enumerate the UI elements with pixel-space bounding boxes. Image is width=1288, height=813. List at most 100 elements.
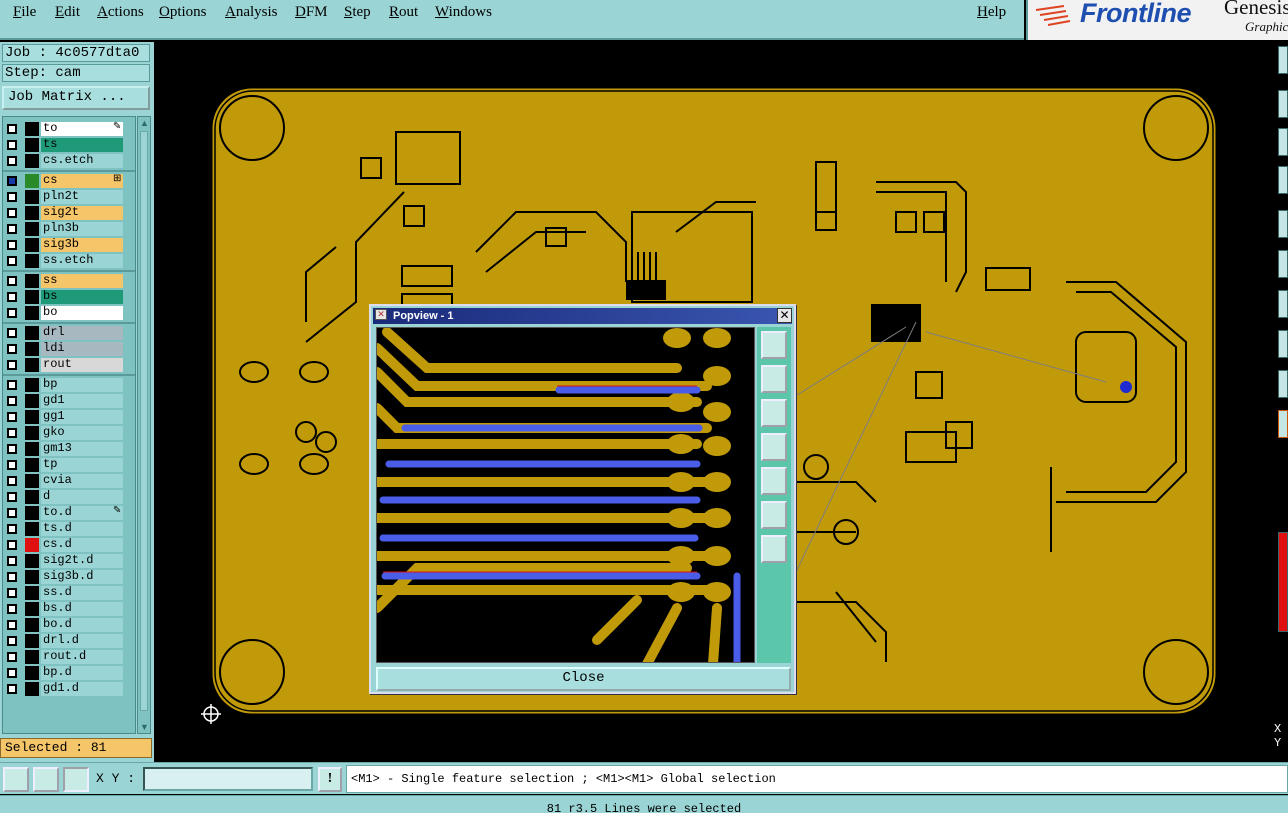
menu-analysis[interactable]: Analysis (225, 4, 278, 21)
layer-checkbox[interactable] (7, 240, 17, 250)
layer-row[interactable]: sig3b (3, 237, 135, 253)
layer-display-swatch[interactable] (25, 634, 39, 648)
layer-display-swatch[interactable] (25, 174, 39, 188)
layer-checkbox[interactable] (7, 556, 17, 566)
layer-checkbox[interactable] (7, 428, 17, 438)
layer-display-swatch[interactable] (25, 650, 39, 664)
layer-checkbox[interactable] (7, 224, 17, 234)
layer-row[interactable]: bp.d (3, 665, 135, 681)
layer-display-swatch[interactable] (25, 538, 39, 552)
layer-row[interactable]: bs (3, 289, 135, 305)
layer-checkbox[interactable] (7, 444, 17, 454)
layer-checkbox[interactable] (7, 460, 17, 470)
layer-list-scrollbar[interactable]: ▲ ▼ (137, 116, 151, 734)
layer-display-swatch[interactable] (25, 154, 39, 168)
layer-row[interactable]: drl.d (3, 633, 135, 649)
layer-display-swatch[interactable] (25, 254, 39, 268)
layer-row[interactable]: ts.d (3, 521, 135, 537)
layer-display-swatch[interactable] (25, 326, 39, 340)
layer-row[interactable]: ss.etch (3, 253, 135, 269)
layer-checkbox[interactable] (7, 412, 17, 422)
layer-row[interactable]: drl (3, 325, 135, 341)
layer-display-swatch[interactable] (25, 238, 39, 252)
layer-display-swatch[interactable] (25, 506, 39, 520)
layer-checkbox[interactable] (7, 328, 17, 338)
right-tool-button[interactable] (1278, 46, 1288, 74)
layer-checkbox[interactable] (7, 124, 17, 134)
grid-snap-icon[interactable] (63, 767, 89, 792)
layer-display-swatch[interactable] (25, 586, 39, 600)
pan-right-icon[interactable] (761, 467, 787, 495)
layer-row[interactable]: cs ⊞ (3, 173, 135, 189)
layer-row[interactable]: gko (3, 425, 135, 441)
popview-zoom-canvas[interactable] (376, 327, 755, 663)
layer-display-swatch[interactable] (25, 490, 39, 504)
layer-checkbox[interactable] (7, 380, 17, 390)
layer-checkbox[interactable] (7, 492, 17, 502)
layer-display-swatch[interactable] (25, 602, 39, 616)
right-tool-button[interactable] (1278, 250, 1288, 278)
layer-display-swatch[interactable] (25, 426, 39, 440)
layer-row[interactable]: to ✎ (3, 121, 135, 137)
layer-display-swatch[interactable] (25, 274, 39, 288)
layer-row[interactable]: cs.etch (3, 153, 135, 169)
menu-actions[interactable]: Actions (97, 4, 144, 21)
layer-row[interactable]: d (3, 489, 135, 505)
layer-row[interactable]: ss.d (3, 585, 135, 601)
layer-checkbox[interactable] (7, 684, 17, 694)
layer-checkbox[interactable] (7, 360, 17, 370)
layer-display-swatch[interactable] (25, 222, 39, 236)
pan-down-icon[interactable] (761, 399, 787, 427)
layer-checkbox[interactable] (7, 604, 17, 614)
right-tool-button[interactable] (1278, 290, 1288, 318)
layer-checkbox[interactable] (7, 668, 17, 678)
layer-display-swatch[interactable] (25, 306, 39, 320)
layer-display-swatch[interactable] (25, 522, 39, 536)
right-tool-button[interactable] (1278, 90, 1288, 118)
layer-checkbox[interactable] (7, 588, 17, 598)
menu-file[interactable]: File (13, 4, 36, 21)
layer-checkbox[interactable] (7, 256, 17, 266)
right-tool-button[interactable] (1278, 370, 1288, 398)
pan-left-icon[interactable] (761, 433, 787, 461)
draw-line-icon[interactable] (3, 767, 29, 792)
layer-row[interactable]: bs.d (3, 601, 135, 617)
layer-display-swatch[interactable] (25, 570, 39, 584)
xy-input[interactable] (143, 767, 313, 791)
layer-row[interactable]: pln2t (3, 189, 135, 205)
layer-checkbox[interactable] (7, 344, 17, 354)
popview-title-bar[interactable]: Popview - 1 (373, 308, 792, 324)
zoom-in-icon[interactable] (761, 501, 787, 529)
alert-button[interactable]: ! (318, 767, 342, 792)
scroll-up-icon[interactable]: ▲ (139, 118, 150, 128)
menu-edit[interactable]: Edit (55, 4, 80, 21)
close-icon[interactable]: ✕ (777, 308, 792, 323)
layer-row[interactable]: cs.d (3, 537, 135, 553)
pan-up-icon[interactable] (761, 365, 787, 393)
menu-options[interactable]: Options (159, 4, 207, 21)
layer-display-swatch[interactable] (25, 666, 39, 680)
layer-checkbox[interactable] (7, 308, 17, 318)
layer-row[interactable]: bo (3, 305, 135, 321)
layer-display-swatch[interactable] (25, 206, 39, 220)
layer-display-swatch[interactable] (25, 138, 39, 152)
right-tool-button[interactable] (1278, 210, 1288, 238)
layer-row[interactable]: tp (3, 457, 135, 473)
layer-row[interactable]: rout (3, 357, 135, 373)
layer-row[interactable]: bp (3, 377, 135, 393)
layer-display-swatch[interactable] (25, 682, 39, 696)
layer-checkbox[interactable] (7, 192, 17, 202)
layer-checkbox[interactable] (7, 292, 17, 302)
layer-display-swatch[interactable] (25, 358, 39, 372)
layer-row[interactable]: pln3b (3, 221, 135, 237)
layer-display-swatch[interactable] (25, 458, 39, 472)
layer-display-swatch[interactable] (25, 474, 39, 488)
layer-display-swatch[interactable] (25, 554, 39, 568)
layer-row[interactable]: sig2t.d (3, 553, 135, 569)
layer-row[interactable]: bo.d (3, 617, 135, 633)
layer-display-swatch[interactable] (25, 190, 39, 204)
popview-close-button[interactable]: Close (376, 667, 791, 691)
layer-row[interactable]: gg1 (3, 409, 135, 425)
layer-checkbox[interactable] (7, 476, 17, 486)
layer-checkbox[interactable] (7, 636, 17, 646)
